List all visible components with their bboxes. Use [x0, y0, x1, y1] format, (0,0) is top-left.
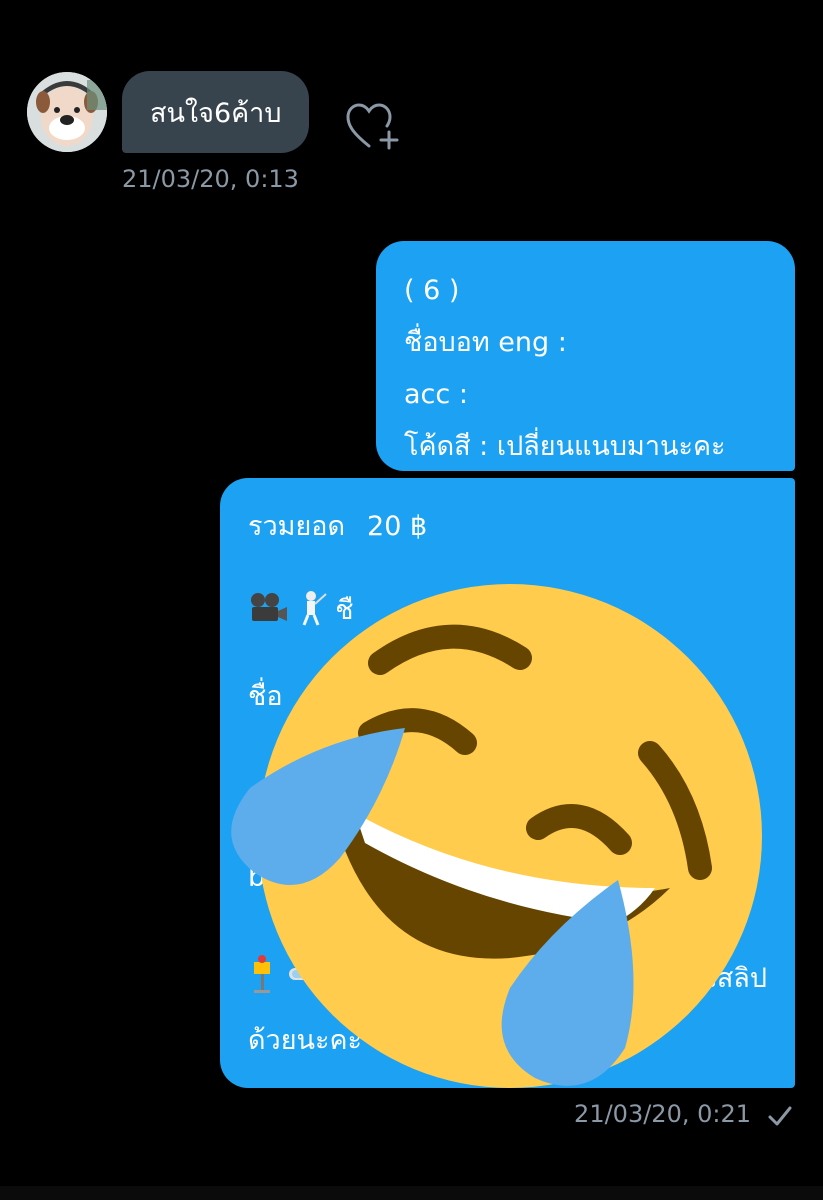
fencer-icon [297, 590, 327, 633]
contact-avatar[interactable] [27, 72, 107, 152]
outgoing-message-bubble-1[interactable]: ( 6 ) ชื่อบอท eng : acc : โค้ดสี : เปลี่… [376, 241, 795, 471]
heart-plus-icon[interactable] [344, 100, 402, 152]
bottom-edge [0, 1186, 823, 1200]
partial-line: bi [248, 862, 273, 893]
incoming-message-bubble[interactable]: สนใจ6ค้าบ [122, 71, 310, 153]
checkmark-icon [766, 1102, 794, 1130]
emoji-line [248, 954, 325, 1001]
incoming-timestamp: 21/03/20, 0:13 [122, 165, 299, 193]
message-line: ( 6 ) [404, 275, 460, 306]
outgoing-timestamp: 21/03/20, 0:21 [574, 1100, 751, 1128]
total-amount: 20 ฿ [367, 511, 428, 542]
message-line: ชื่อบอท eng : [404, 327, 567, 358]
partial-line: ด้วยนะคะ [248, 1025, 363, 1056]
bus-stop-icon [248, 954, 278, 1001]
total-label: รวมยอด [248, 511, 346, 542]
outgoing-message-bubble-2[interactable]: รวมยอด 20 ฿ ชื ชื่อ bi งสลิป ด้วยนะคะ [220, 478, 795, 1088]
message-line: โค้ดสี : เปลี่ยนแนบมานะคะ [404, 431, 726, 462]
goggles-icon [287, 962, 325, 993]
emoji-line: ชื [248, 588, 354, 633]
partial-line: ชื่อ [248, 681, 283, 712]
film-projector-icon [248, 591, 288, 632]
incoming-message-text: สนใจ6ค้าบ [150, 97, 282, 129]
partial-text: ชื [335, 595, 354, 626]
total-line: รวมยอด 20 ฿ [248, 504, 427, 547]
message-line: acc : [404, 379, 468, 410]
partial-line: งสลิป [703, 963, 767, 994]
